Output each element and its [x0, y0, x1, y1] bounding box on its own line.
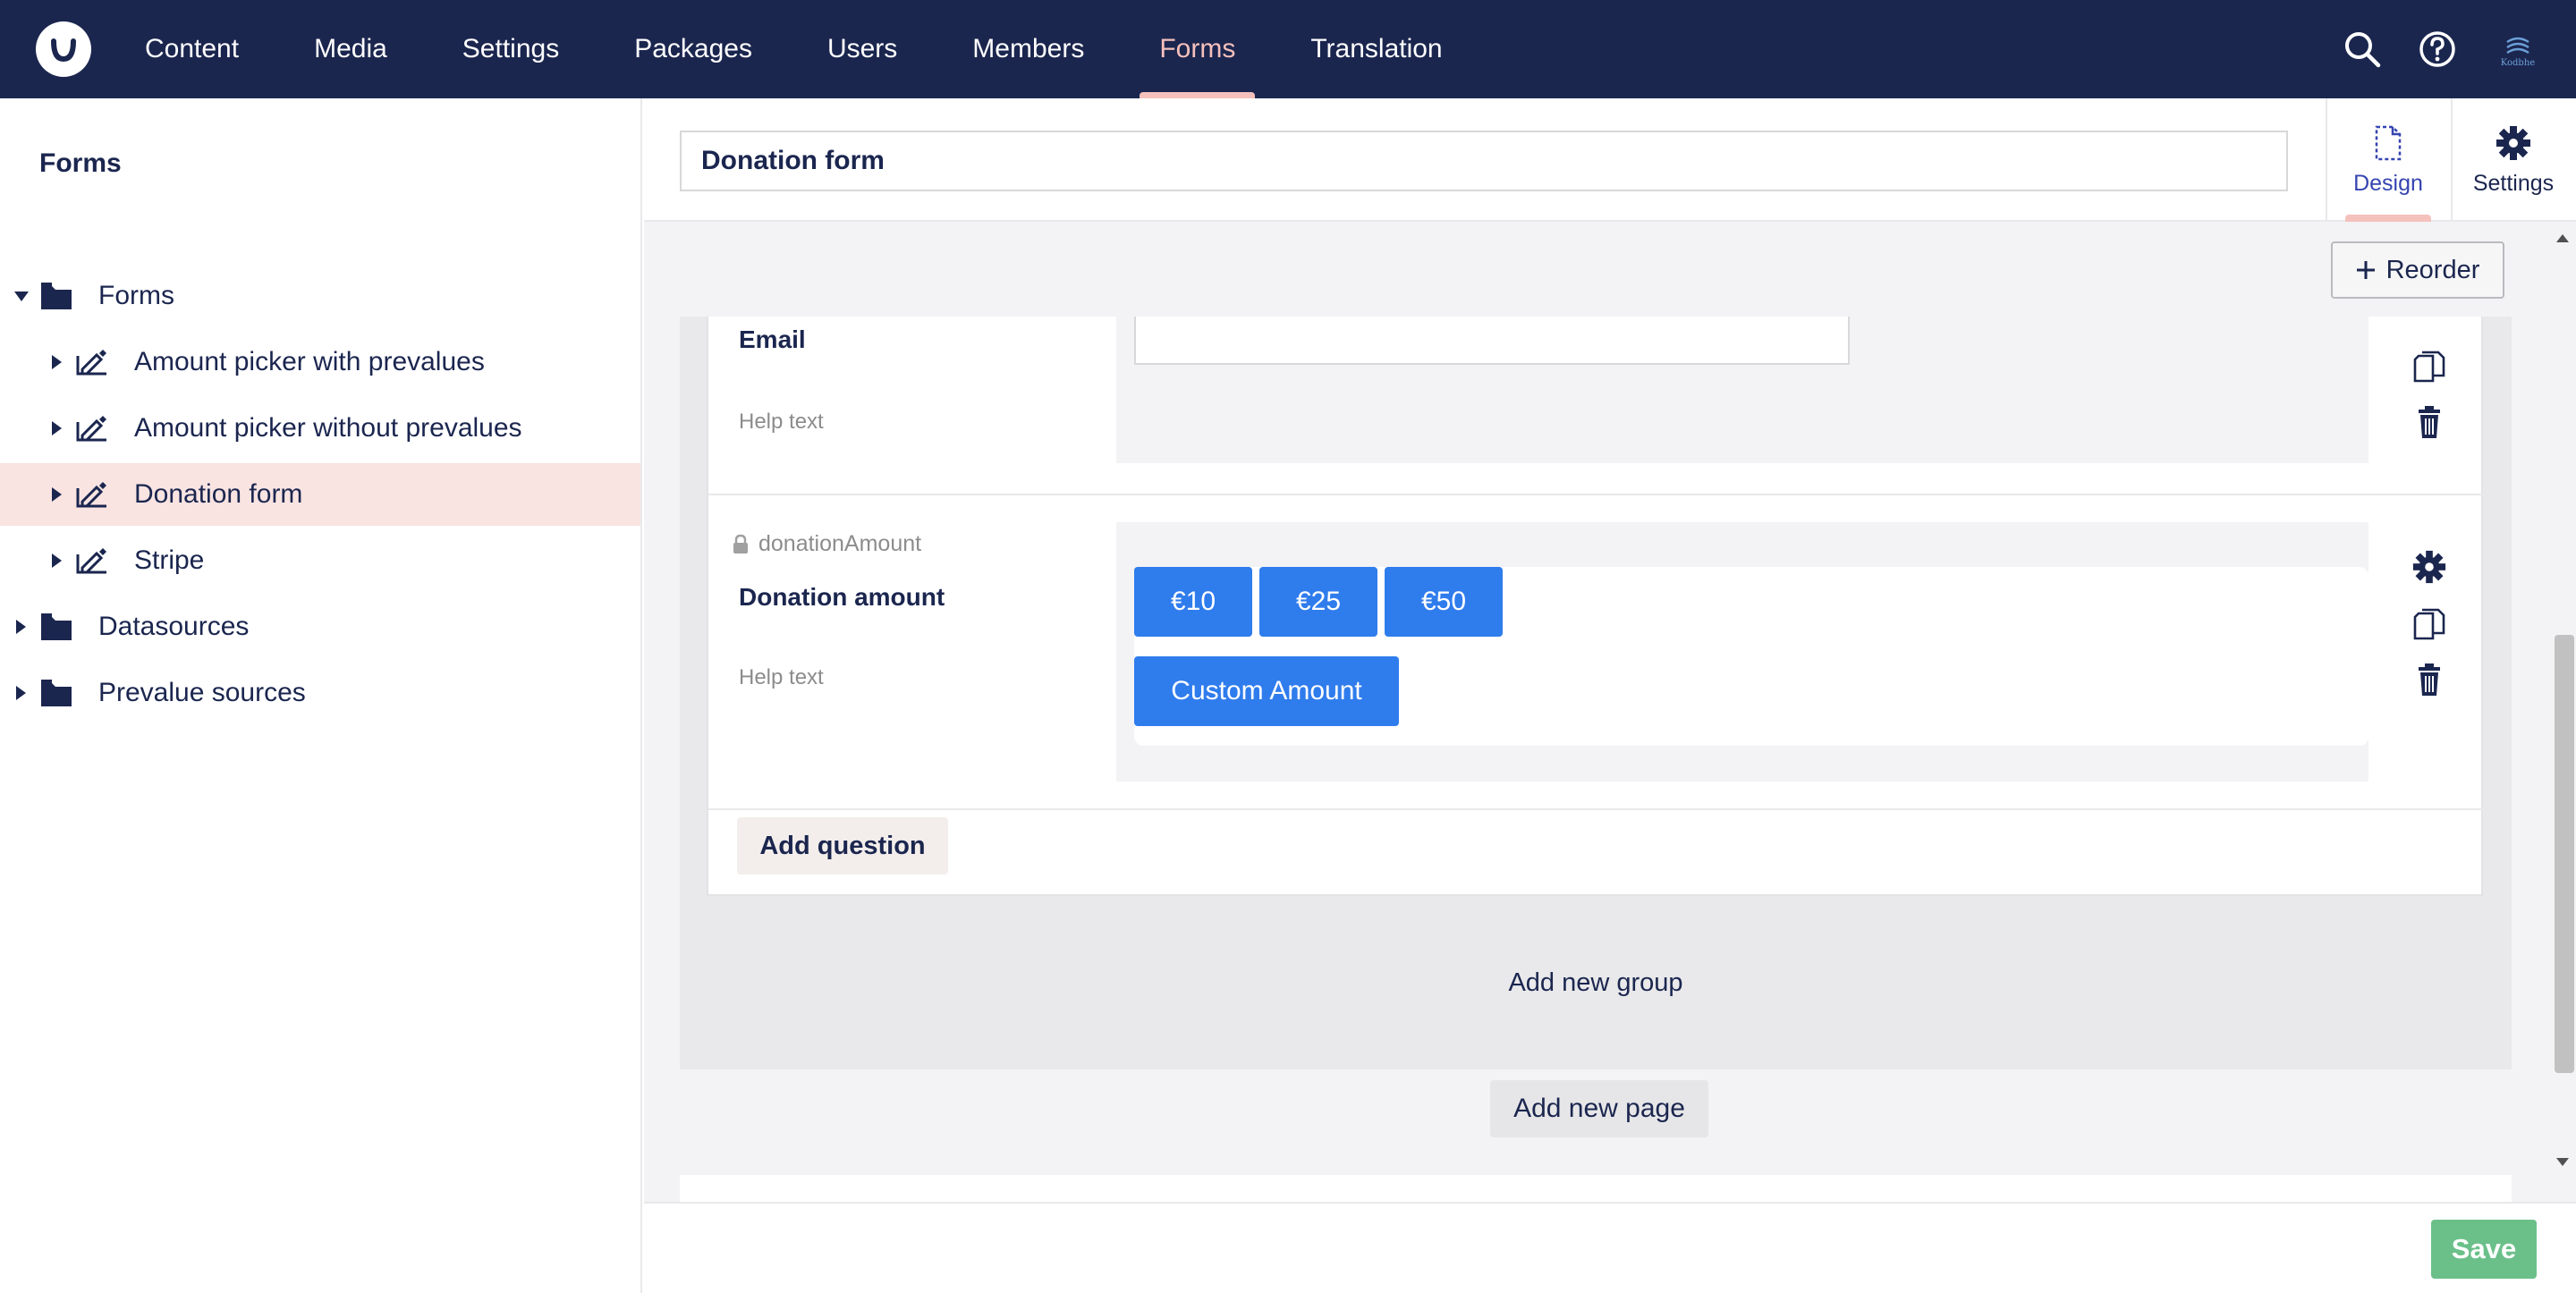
- top-navigation-bar: Content Media Settings Packages Users Me…: [0, 0, 2576, 98]
- form-edit-icon: [76, 482, 106, 508]
- form-edit-icon: [76, 350, 106, 376]
- tree-item-label: Amount picker without prevalues: [134, 413, 522, 443]
- copy-icon[interactable]: [2411, 606, 2447, 642]
- tree-item-donation-form[interactable]: Donation form: [0, 463, 640, 526]
- document-icon: [2375, 125, 2402, 160]
- amount-option-button[interactable]: €50: [1385, 567, 1503, 637]
- folder-icon: [41, 613, 72, 640]
- caret-right-icon[interactable]: [16, 620, 26, 634]
- custom-amount-button[interactable]: Custom Amount: [1134, 656, 1399, 726]
- nav-item-forms[interactable]: Forms: [1140, 0, 1256, 98]
- tree-item-forms[interactable]: Forms: [0, 265, 640, 327]
- delete-icon[interactable]: [2411, 662, 2447, 697]
- scrollbar[interactable]: [2547, 222, 2576, 1202]
- nav-item-content[interactable]: Content: [145, 0, 239, 98]
- umbraco-logo[interactable]: [36, 21, 91, 77]
- form-designer: Email Help text donationAmount Donation …: [644, 222, 2576, 1202]
- field-preview: €10 €25 €50 Custom Amount: [1116, 522, 2368, 782]
- field-help-text: Help text: [739, 410, 824, 434]
- tab-settings[interactable]: Settings: [2451, 98, 2574, 222]
- nav-item-members[interactable]: Members: [972, 0, 1084, 98]
- gear-icon[interactable]: [2411, 549, 2447, 585]
- field-label: Email: [739, 325, 806, 353]
- amount-option-button[interactable]: €10: [1134, 567, 1252, 637]
- caret-right-icon[interactable]: [52, 487, 62, 502]
- form-name-input[interactable]: [680, 131, 2288, 191]
- save-button[interactable]: Save: [2431, 1220, 2537, 1279]
- move-icon: [2356, 261, 2375, 279]
- folder-icon: [41, 680, 72, 706]
- field-preview: [1116, 317, 2368, 463]
- add-new-page-button[interactable]: Add new page: [1490, 1080, 1708, 1137]
- form-edit-icon: [76, 416, 106, 442]
- caret-right-icon[interactable]: [52, 355, 62, 369]
- field-alias: donationAmount: [732, 531, 921, 557]
- form-edit-icon: [76, 548, 106, 574]
- field-row-donation-amount[interactable]: donationAmount Donation amount Help text…: [708, 495, 2483, 810]
- sidebar: Forms Forms Amount picker with prevalues…: [0, 98, 642, 1293]
- field-group: Email Help text donationAmount Donation …: [707, 317, 2483, 896]
- caret-down-icon[interactable]: [14, 291, 29, 301]
- tree-item-label: Donation form: [134, 479, 303, 509]
- editor-footer: Save: [644, 1202, 2576, 1293]
- next-page-panel: [680, 1175, 2512, 1202]
- nav-item-packages[interactable]: Packages: [634, 0, 752, 98]
- nav-item-settings[interactable]: Settings: [462, 0, 559, 98]
- field-label: Donation amount: [739, 583, 945, 611]
- caret-right-icon[interactable]: [52, 421, 62, 435]
- tree-item-label: Datasources: [98, 612, 250, 641]
- tree-item-label: Prevalue sources: [98, 678, 306, 707]
- form-page: Email Help text donationAmount Donation …: [680, 317, 2512, 1069]
- reorder-label: Reorder: [2385, 255, 2480, 284]
- scrollbar-thumb[interactable]: [2555, 635, 2574, 1073]
- email-preview-input: [1134, 317, 1850, 365]
- scroll-down-icon[interactable]: [2556, 1158, 2569, 1166]
- field-alias-text: donationAmount: [758, 531, 922, 556]
- scroll-up-icon[interactable]: [2556, 234, 2569, 242]
- tree-item-label: Stripe: [134, 545, 205, 575]
- caret-right-icon[interactable]: [52, 554, 62, 568]
- folder-icon: [41, 283, 72, 309]
- tree-item-stripe[interactable]: Stripe: [0, 529, 640, 592]
- avatar-label: Kodbhe: [2500, 57, 2536, 68]
- nav-item-media[interactable]: Media: [314, 0, 387, 98]
- sidebar-title: Forms: [39, 148, 122, 178]
- search-icon[interactable]: [2342, 29, 2383, 70]
- umbraco-logo-icon: [51, 38, 76, 63]
- tree-item-amount-picker-with-prevalues[interactable]: Amount picker with prevalues: [0, 331, 640, 393]
- amount-picker-preview: €10 €25 €50 Custom Amount: [1134, 567, 2368, 746]
- nav-item-translation[interactable]: Translation: [1310, 0, 1442, 98]
- tree-item-label: Forms: [98, 281, 174, 310]
- section-nav: Content Media Settings Packages Users Me…: [145, 0, 1518, 98]
- lock-icon: [733, 534, 748, 554]
- user-avatar[interactable]: Kodbhe: [2494, 27, 2542, 75]
- tree-item-datasources[interactable]: Datasources: [0, 596, 640, 658]
- add-new-group-button[interactable]: Add new group: [680, 896, 2512, 1069]
- tab-design-label: Design: [2353, 170, 2423, 196]
- tree-item-amount-picker-without-prevalues[interactable]: Amount picker without prevalues: [0, 397, 640, 460]
- delete-icon[interactable]: [2411, 404, 2447, 440]
- help-icon[interactable]: [2417, 29, 2458, 70]
- tree-item-prevalue-sources[interactable]: Prevalue sources: [0, 662, 640, 724]
- caret-right-icon[interactable]: [16, 686, 26, 700]
- tab-design[interactable]: Design: [2326, 98, 2449, 222]
- add-question-button[interactable]: Add question: [737, 817, 948, 875]
- avatar-logo-icon: [2506, 37, 2529, 54]
- copy-icon[interactable]: [2411, 349, 2447, 385]
- tree-item-label: Amount picker with prevalues: [134, 347, 485, 376]
- field-row-email[interactable]: Email Help text: [708, 317, 2483, 495]
- amount-option-button[interactable]: €25: [1259, 567, 1377, 637]
- nav-item-users[interactable]: Users: [827, 0, 897, 98]
- tab-settings-label: Settings: [2472, 170, 2555, 196]
- gear-icon: [2496, 125, 2530, 160]
- field-help-text: Help text: [739, 665, 824, 689]
- reorder-button[interactable]: Reorder: [2331, 241, 2504, 299]
- editor-header: Design Settings: [644, 98, 2576, 222]
